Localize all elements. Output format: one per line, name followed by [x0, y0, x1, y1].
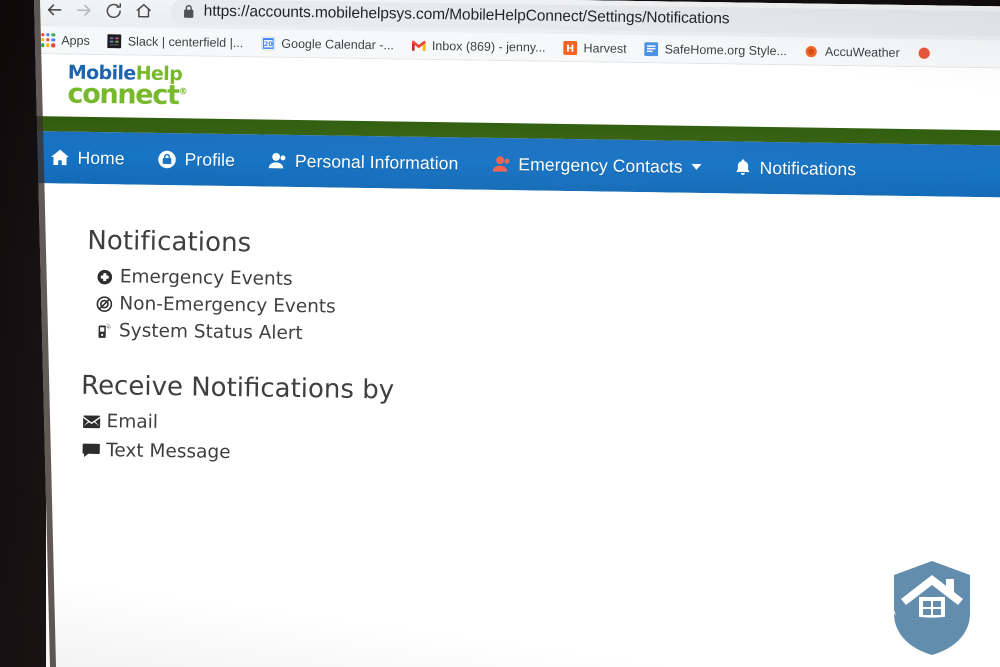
- nav-item-label: Personal Information: [294, 150, 459, 173]
- no-entry-circle-icon: [96, 295, 117, 312]
- document-icon: [644, 41, 659, 56]
- partial-bookmark-icon: [917, 45, 932, 60]
- back-arrow-icon[interactable]: [39, 0, 69, 25]
- list-item-text-message[interactable]: Text Message: [82, 440, 1000, 475]
- google-calendar-icon: 20: [260, 35, 275, 51]
- list-item-label: Text Message: [106, 440, 231, 464]
- nav-item-label: Profile: [184, 148, 236, 170]
- envelope-icon: [83, 414, 107, 428]
- chevron-down-icon: [691, 163, 702, 170]
- url-text: https://accounts.mobilehelpsys.com/Mobil…: [203, 2, 730, 28]
- bookmark-label: AccuWeather: [824, 44, 900, 60]
- nav-item-label: Notifications: [759, 157, 857, 179]
- bookmark-google-calendar[interactable]: 20 Google Calendar -...: [260, 35, 394, 52]
- emergency-user-icon: [491, 155, 510, 173]
- list-item-label: Emergency Events: [119, 266, 293, 290]
- screen-surface: https://accounts.mobilehelpsys.com/Mobil…: [20, 0, 1000, 667]
- photographed-screen: https://accounts.mobilehelpsys.com/Mobil…: [0, 0, 1000, 667]
- section-title-receive-by: Receive Notifications by: [80, 370, 395, 406]
- notification-channel-list: Email Text Message: [82, 411, 1000, 475]
- bookmark-accuweather[interactable]: AccuWeather: [804, 43, 900, 59]
- bookmark-label: SafeHome.org Style...: [664, 41, 788, 58]
- page-content: Notifications Emergency Events Non-Emerg…: [21, 182, 1000, 658]
- bookmark-label: Google Calendar -...: [281, 36, 394, 52]
- reload-icon[interactable]: [99, 0, 129, 25]
- list-item-label: Non-Emergency Events: [119, 293, 336, 318]
- lock-circle-icon: [157, 149, 176, 168]
- logo-word-connect: connect: [67, 78, 179, 112]
- nav-item-notifications[interactable]: Notifications: [734, 157, 856, 180]
- bell-icon: [734, 158, 751, 176]
- bookmark-safehome[interactable]: SafeHome.org Style...: [644, 41, 787, 58]
- apps-grid-icon: [40, 32, 55, 47]
- home-icon[interactable]: [129, 0, 159, 26]
- site-page: MobileHelp connect® Home Profile Persona…: [21, 53, 1000, 658]
- plus-cross-icon: [97, 269, 118, 285]
- nav-item-emergency-contacts[interactable]: Emergency Contacts: [491, 153, 702, 177]
- mobilehelp-connect-logo[interactable]: MobileHelp connect®: [67, 62, 187, 112]
- bookmark-harvest[interactable]: H Harvest: [562, 40, 627, 56]
- bookmark-inbox[interactable]: Inbox (869) - jenny...: [411, 38, 546, 55]
- nav-item-home[interactable]: Home: [50, 147, 125, 169]
- harvest-icon: H: [562, 40, 578, 55]
- nav-item-personal-information[interactable]: Personal Information: [268, 150, 459, 174]
- nav-item-label: Home: [77, 147, 125, 168]
- speech-bubble-icon: [82, 443, 106, 458]
- lock-icon: [183, 4, 195, 18]
- logo-line-two: connect®: [67, 78, 187, 112]
- registered-mark: ®: [178, 87, 187, 98]
- bookmark-overflow[interactable]: [917, 45, 932, 60]
- list-item-label: System Status Alert: [118, 320, 303, 345]
- slack-icon: [107, 33, 122, 48]
- bookmark-label: Inbox (869) - jenny...: [431, 38, 546, 55]
- home-icon: [50, 148, 69, 166]
- svg-text:20: 20: [263, 40, 273, 48]
- bookmark-slack[interactable]: Slack | centerfield |...: [107, 33, 244, 50]
- forward-arrow-icon[interactable]: [69, 0, 99, 25]
- mobile-device-icon: [96, 322, 117, 339]
- list-item-label: Email: [106, 411, 159, 433]
- bookmark-label: Slack | centerfield |...: [127, 33, 244, 50]
- bookmark-label: Apps: [61, 32, 90, 48]
- svg-text:H: H: [566, 43, 574, 54]
- accuweather-icon: [804, 43, 819, 58]
- page-title: Notifications: [87, 225, 252, 259]
- bookmark-apps[interactable]: Apps: [40, 32, 90, 48]
- gmail-icon: [411, 38, 426, 53]
- nav-item-label: Emergency Contacts: [518, 153, 683, 177]
- notification-type-list: Emergency Events Non-Emergency Events Sy…: [86, 266, 1000, 355]
- bookmark-label: Harvest: [583, 40, 627, 56]
- nav-item-profile[interactable]: Profile: [157, 148, 235, 170]
- user-icon: [268, 152, 287, 170]
- house-shield-icon: [884, 555, 980, 659]
- list-item-email[interactable]: Email: [82, 411, 1000, 446]
